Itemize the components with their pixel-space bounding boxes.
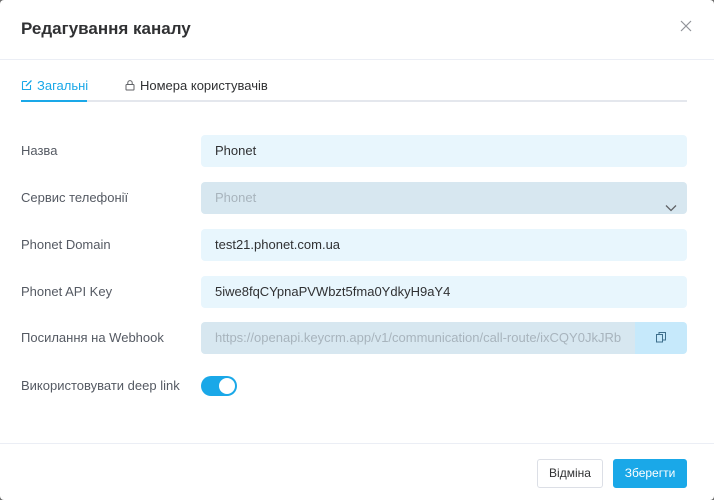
dialog-footer: Відміна Зберегти xyxy=(0,443,714,500)
tab-general-label: Загальні xyxy=(37,78,89,93)
dialog-header: Редагування каналу xyxy=(0,0,714,60)
domain-row: Phonet Domain xyxy=(21,229,687,261)
edit-channel-dialog: Редагування каналу Загальні Номера корис… xyxy=(0,0,714,500)
edit-icon xyxy=(21,79,33,91)
api-key-row: Phonet API Key xyxy=(21,276,687,308)
lock-icon xyxy=(124,79,136,91)
name-label: Назва xyxy=(21,143,58,158)
api-key-label: Phonet API Key xyxy=(21,284,113,299)
deep-link-row: Використовувати deep link xyxy=(21,374,687,406)
tab-user-numbers[interactable]: Номера користувачів xyxy=(124,78,268,102)
webhook-input[interactable] xyxy=(201,322,635,354)
api-key-input[interactable] xyxy=(201,276,687,308)
copy-icon xyxy=(656,332,666,343)
domain-label: Phonet Domain xyxy=(21,237,111,252)
deep-link-label: Використовувати deep link xyxy=(21,378,180,393)
dialog-title: Редагування каналу xyxy=(21,19,191,38)
name-row: Назва xyxy=(21,135,687,167)
save-button[interactable]: Зберегти xyxy=(613,459,687,488)
active-tab-indicator xyxy=(21,100,87,102)
webhook-row: Посилання на Webhook xyxy=(21,322,687,354)
close-icon[interactable] xyxy=(680,20,696,36)
deep-link-toggle[interactable] xyxy=(201,376,237,396)
name-input[interactable] xyxy=(201,135,687,167)
domain-input[interactable] xyxy=(201,229,687,261)
telephony-service-label: Сервис телефонії xyxy=(21,190,129,205)
telephony-service-row: Сервис телефонії Phonet xyxy=(21,182,687,214)
tab-user-numbers-label: Номера користувачів xyxy=(140,78,268,93)
telephony-service-value: Phonet xyxy=(215,190,257,205)
tab-general[interactable]: Загальні xyxy=(21,78,88,102)
toggle-knob xyxy=(219,378,235,394)
webhook-label: Посилання на Webhook xyxy=(21,330,164,345)
chevron-down-icon xyxy=(665,193,677,212)
cancel-button[interactable]: Відміна xyxy=(537,459,603,488)
telephony-service-select[interactable]: Phonet xyxy=(201,182,687,214)
tabs-bar: Загальні Номера користувачів xyxy=(21,74,687,102)
copy-webhook-button[interactable] xyxy=(635,322,687,354)
